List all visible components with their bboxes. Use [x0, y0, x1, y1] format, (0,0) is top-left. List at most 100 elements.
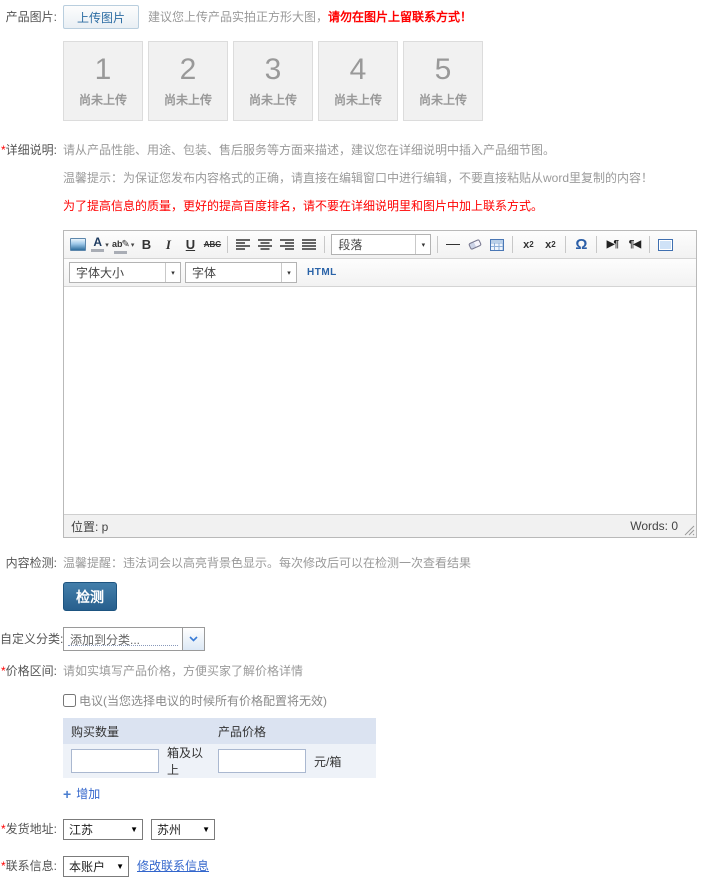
- upload-slot-1[interactable]: 1 尚未上传: [63, 41, 143, 121]
- fullscreen-icon: [657, 238, 673, 251]
- shipping-address-label-text: 发货地址:: [5, 822, 57, 836]
- price-table-row: 箱及以上 元/箱: [63, 744, 376, 778]
- chevron-down-icon: ▾: [130, 241, 135, 249]
- font-color-icon: A: [91, 236, 105, 252]
- qty-header: 购买数量: [71, 724, 120, 739]
- product-image-row: 产品图片: 上传图片 建议您上传产品实拍正方形大图， 请勿在图片上留联系方式！: [0, 5, 714, 29]
- highlight-icon: ab✎: [112, 236, 130, 254]
- upload-hint-gray: 建议您上传产品实拍正方形大图，: [148, 10, 329, 24]
- price-suffix: 元/箱: [314, 754, 342, 769]
- price-range-label: *价格区间:: [0, 662, 57, 680]
- description-tip: 温馨提示：为保证您发布内容格式的正确，请直接在编辑窗口中进行编辑，不要直接粘贴从…: [63, 171, 654, 185]
- add-price-tier-label: 增加: [76, 787, 101, 801]
- negotiable-checkbox[interactable]: [63, 694, 76, 707]
- upload-slot-status: 尚未上传: [248, 93, 297, 107]
- upload-slot-status: 尚未上传: [163, 93, 212, 107]
- price-header: 产品价格: [218, 724, 267, 739]
- province-select[interactable]: 江苏 ▼: [63, 818, 143, 840]
- upload-image-button[interactable]: 上传图片: [63, 5, 140, 29]
- font-family-dropdown[interactable]: 字体 ▾: [185, 262, 297, 283]
- description-warning: 为了提高信息的质量，更好的提高百度排名，请不要在详细说明里和图片中加上联系方式。: [63, 199, 544, 213]
- upload-slot-number: 4: [349, 53, 367, 86]
- toolbar-separator: [437, 236, 439, 253]
- fullscreen-button[interactable]: [654, 234, 676, 256]
- content-check-label: 内容检测:: [0, 554, 57, 572]
- editor-element-path: 位置: p: [71, 519, 109, 534]
- upload-slot-2[interactable]: 2 尚未上传: [148, 41, 228, 121]
- superscript-button[interactable]: x2: [539, 234, 561, 256]
- ltr-button[interactable]: ▶¶: [601, 234, 623, 256]
- horizontal-rule-button[interactable]: [442, 234, 464, 256]
- negotiable-row: 电议(当您选择电议的时候所有价格配置将无效): [63, 692, 714, 709]
- bold-button[interactable]: B: [135, 234, 157, 256]
- italic-button[interactable]: I: [157, 234, 179, 256]
- upload-slot-number: 1: [94, 53, 112, 86]
- check-button[interactable]: 检测: [63, 582, 117, 611]
- content-check-label-text: 内容检测:: [5, 556, 57, 570]
- plus-icon: +: [63, 785, 72, 802]
- editor-toolbar-row2: 字体大小 ▾ 字体 ▾ HTML: [64, 259, 696, 287]
- special-char-button[interactable]: Ω: [570, 234, 592, 256]
- toolbar-separator: [565, 236, 567, 253]
- price-range-content: 请如实填写产品价格，方便买家了解价格详情 电议(当您选择电议的时候所有价格配置将…: [63, 662, 714, 802]
- upload-slot-status: 尚未上传: [418, 93, 467, 107]
- upload-slot-5[interactable]: 5 尚未上传: [403, 41, 483, 121]
- custom-category-label-text: 自定义分类:: [0, 632, 64, 646]
- font-size-dropdown[interactable]: 字体大小 ▾: [69, 262, 181, 283]
- city-select[interactable]: 苏州 ▼: [151, 818, 215, 840]
- quantity-suffix: 箱及以上: [167, 746, 204, 777]
- insert-image-button[interactable]: [67, 234, 89, 256]
- image-icon: [70, 238, 86, 251]
- editor-word-count: Words: 0: [630, 519, 678, 533]
- city-value: 苏州: [157, 822, 182, 837]
- description-hint: 请从产品性能、用途、包装、售后服务等方面来描述，建议您在详细说明中插入产品细节图…: [63, 143, 556, 157]
- upload-slots-row: 1 尚未上传 2 尚未上传 3 尚未上传 4 尚未上传 5 尚未上传: [63, 41, 714, 121]
- html-source-button[interactable]: HTML: [307, 267, 337, 278]
- upload-slot-3[interactable]: 3 尚未上传: [233, 41, 313, 121]
- insert-table-button[interactable]: [486, 234, 508, 256]
- align-right-button[interactable]: [276, 234, 298, 256]
- custom-category-select[interactable]: 添加到分类...: [63, 627, 205, 651]
- price-range-label-text: 价格区间:: [5, 664, 57, 678]
- product-image-label: 产品图片:: [0, 5, 57, 29]
- highlight-color-button[interactable]: ab✎ ▾: [111, 234, 135, 256]
- price-input[interactable]: [218, 749, 306, 773]
- resize-grip-icon[interactable]: [684, 525, 695, 536]
- strikethrough-button[interactable]: ABC: [201, 234, 223, 256]
- remove-format-button[interactable]: [464, 234, 486, 256]
- hr-icon: [446, 244, 461, 245]
- font-color-button[interactable]: A ▾: [89, 234, 111, 256]
- content-check-hint: 温馨提醒：违法词会以高亮背景色显示。每次修改后可以在检测一次查看结果: [63, 556, 472, 570]
- chevron-down-icon: ▾: [415, 235, 430, 254]
- rtl-button[interactable]: ¶◀: [623, 234, 645, 256]
- custom-category-label: 自定义分类:: [0, 627, 63, 651]
- toolbar-separator: [324, 236, 326, 253]
- table-icon: [490, 238, 505, 251]
- align-left-button[interactable]: [232, 234, 254, 256]
- toolbar-separator: [596, 236, 598, 253]
- editor-content-area[interactable]: [64, 287, 696, 514]
- edit-contact-link[interactable]: 修改联系信息: [137, 856, 209, 877]
- align-center-icon: [258, 238, 273, 250]
- align-justify-button[interactable]: [298, 234, 320, 256]
- paragraph-format-dropdown[interactable]: 段落 ▾: [331, 234, 432, 255]
- quantity-input[interactable]: [71, 749, 159, 773]
- align-justify-icon: [302, 238, 317, 250]
- account-select[interactable]: 本账户 ▼: [63, 855, 129, 877]
- upload-slot-status: 尚未上传: [333, 93, 382, 107]
- subscript-button[interactable]: x2: [517, 234, 539, 256]
- chevron-down-icon: ▾: [281, 263, 296, 282]
- chevron-down-icon: ▾: [105, 241, 109, 249]
- align-center-button[interactable]: [254, 234, 276, 256]
- upload-hint-red: 请勿在图片上留联系方式！: [328, 10, 473, 24]
- underline-button[interactable]: U: [179, 234, 201, 256]
- upload-slot-4[interactable]: 4 尚未上传: [318, 41, 398, 121]
- upload-slot-number: 2: [179, 53, 197, 86]
- add-price-tier-button[interactable]: + 增加: [63, 785, 714, 802]
- upload-slot-number: 5: [434, 53, 452, 86]
- chevron-down-icon: ▾: [165, 263, 180, 282]
- product-image-label-text: 产品图片:: [5, 10, 57, 24]
- shipping-address-row: *发货地址: 江苏 ▼ 苏州 ▼: [0, 817, 714, 841]
- align-left-icon: [236, 238, 251, 250]
- contact-info-label-text: 联系信息:: [5, 859, 57, 873]
